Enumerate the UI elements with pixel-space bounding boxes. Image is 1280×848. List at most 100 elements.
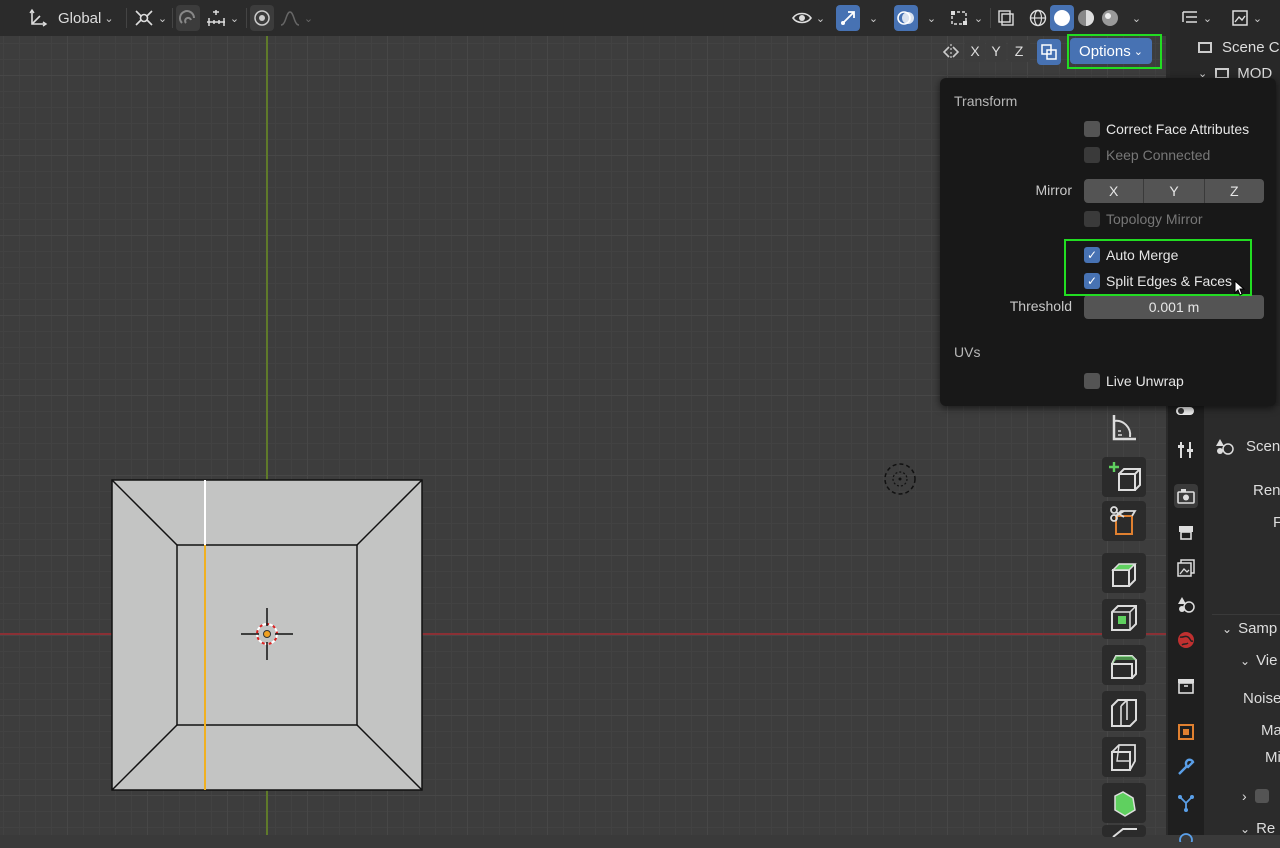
min-samples-label: Mi — [1265, 749, 1280, 766]
collection-properties-icon[interactable] — [1174, 674, 1198, 698]
gizmo-icon — [841, 11, 855, 25]
shading-dropdown[interactable]: ⌄ — [1124, 5, 1146, 31]
mirror-z-button[interactable]: Z — [1008, 40, 1030, 62]
denoise-checkbox[interactable] — [1254, 789, 1269, 803]
viewport-subpanel-header[interactable]: ⌄ Vie — [1240, 652, 1277, 669]
options-highlight — [1067, 34, 1162, 69]
particles-icon[interactable] — [1174, 791, 1198, 815]
render-properties-icon[interactable] — [1174, 484, 1198, 508]
extrude-tool[interactable] — [1102, 553, 1146, 593]
loop-cut-tool[interactable] — [1102, 691, 1146, 731]
topology-mirror-label: Topology Mirror — [1106, 211, 1203, 227]
physics-icon[interactable] — [1174, 824, 1198, 848]
checkbox-box — [1084, 147, 1100, 163]
render-subpanel-header[interactable]: ⌄ Re — [1240, 820, 1275, 837]
popup-mirror-z-button[interactable]: Z — [1205, 179, 1264, 203]
mirror-y-button[interactable]: Y — [986, 40, 1006, 62]
mirror-x-button[interactable]: X — [965, 40, 985, 62]
checkbox-box — [1084, 121, 1100, 137]
shading-wireframe-icon — [1029, 9, 1047, 27]
visibility-dropdown[interactable]: ⌄ — [788, 5, 828, 31]
checkbox-box — [1084, 373, 1100, 389]
scene-collection-label: Scene Co — [1222, 39, 1280, 56]
loop-cut-icon — [1111, 699, 1137, 727]
snap-icon — [179, 10, 195, 24]
shading-material-button[interactable] — [1074, 5, 1098, 31]
mesh-overlay-dropdown[interactable]: ⌄ — [944, 5, 988, 31]
chevron-down-icon: ⌄ — [1222, 622, 1233, 636]
overlay-dropdown[interactable]: ⌄ — [920, 5, 940, 31]
threshold-field[interactable]: 0.001 m — [1084, 295, 1264, 319]
world-properties-icon[interactable] — [1174, 628, 1198, 652]
shading-solid-icon — [1054, 10, 1070, 26]
knife-tool[interactable] — [1102, 501, 1146, 541]
keep-connected-label: Keep Connected — [1106, 147, 1211, 163]
measure-icon — [1112, 415, 1136, 441]
object-properties-icon[interactable] — [1174, 720, 1198, 744]
modifier-wrench-icon[interactable] — [1174, 755, 1198, 779]
smooth-tool[interactable] — [1102, 825, 1146, 837]
snap-target-dropdown[interactable]: ⌄ — [202, 5, 242, 31]
knife-icon — [1110, 506, 1137, 535]
scene-label: Scen — [1246, 437, 1280, 455]
outliner-display-mode[interactable]: ⌄ — [1176, 5, 1216, 31]
shading-rendered-icon — [1102, 10, 1118, 26]
popup-mirror-x-button[interactable]: X — [1084, 179, 1145, 203]
auto-merge-toggle[interactable] — [1037, 39, 1061, 65]
transform-orientation-label: Global — [58, 9, 102, 27]
sampling-label: Samp — [1238, 620, 1278, 637]
chevron-down-icon: ⌄ — [1240, 822, 1251, 836]
add-cube-icon — [1109, 462, 1141, 491]
shading-rendered-button[interactable] — [1098, 5, 1122, 31]
shading-wireframe-button[interactable] — [1026, 5, 1050, 31]
overlay-toggle[interactable] — [894, 5, 918, 31]
sampling-panel-header[interactable]: ⌄ Samp — [1222, 620, 1277, 637]
live-unwrap-checkbox[interactable]: Live Unwrap — [1084, 371, 1184, 391]
mirror-toggle[interactable] — [940, 39, 962, 65]
re-label: Re — [1256, 820, 1276, 837]
viewport-label: Vie — [1256, 652, 1278, 669]
mirror-label: Mirror — [1035, 182, 1072, 198]
tool-settings-icon[interactable] — [1174, 438, 1198, 462]
shading-solid-button[interactable] — [1050, 5, 1074, 31]
snap-toggle[interactable] — [176, 5, 200, 31]
bevel-tool[interactable] — [1102, 645, 1146, 685]
view-layer-icon[interactable] — [1174, 556, 1198, 580]
denoise-subpanel[interactable]: › — [1242, 788, 1269, 804]
chevron-down-icon: ⌄ — [104, 12, 114, 25]
pivot-point-dropdown[interactable]: ⌄ — [132, 5, 168, 31]
measure-tool[interactable] — [1102, 407, 1146, 447]
outliner-icon — [1182, 11, 1197, 23]
popup-mirror-y-button[interactable]: Y — [1144, 179, 1205, 203]
poly-build-icon — [1111, 744, 1136, 771]
keep-connected-checkbox[interactable]: Keep Connected — [1084, 145, 1210, 165]
transform-orientation-dropdown[interactable]: Global ⌄ — [26, 5, 122, 31]
poly-build-tool[interactable] — [1102, 737, 1146, 777]
xray-icon — [998, 10, 1014, 26]
threshold-label: Threshold — [1009, 298, 1072, 314]
chevron-right-icon: › — [1242, 788, 1247, 804]
spin-tool[interactable] — [1102, 783, 1146, 823]
xray-toggle[interactable] — [994, 5, 1018, 31]
noise-threshold-label: Noise — [1243, 690, 1280, 707]
gizmo-dropdown[interactable]: ⌄ — [862, 5, 882, 31]
checkbox-box — [1084, 211, 1100, 227]
proportional-edit-toggle[interactable] — [250, 5, 274, 31]
image-icon — [1232, 10, 1248, 26]
inset-tool[interactable] — [1102, 599, 1146, 639]
outliner-scene-collection[interactable]: Scene Co — [1198, 39, 1280, 56]
render-engine-label: Ren — [1253, 482, 1280, 499]
correct-face-attributes-checkbox[interactable]: Correct Face Attributes — [1084, 119, 1249, 139]
add-cube-tool[interactable] — [1102, 457, 1146, 497]
outliner-filter[interactable]: ⌄ — [1224, 5, 1268, 31]
scene-properties-icon[interactable] — [1174, 592, 1198, 616]
proportional-edit-icon — [254, 10, 270, 26]
correct-face-attributes-label: Correct Face Attributes — [1106, 121, 1250, 137]
scene-name: Scen — [1214, 436, 1280, 456]
output-properties-icon[interactable] — [1174, 520, 1198, 544]
topology-mirror-checkbox[interactable]: Topology Mirror — [1084, 209, 1202, 229]
gizmo-toggle[interactable] — [836, 5, 860, 31]
snap-increment-icon — [206, 10, 225, 26]
falloff-dropdown[interactable]: ⌄ — [278, 5, 314, 31]
f-label: F — [1273, 514, 1280, 531]
